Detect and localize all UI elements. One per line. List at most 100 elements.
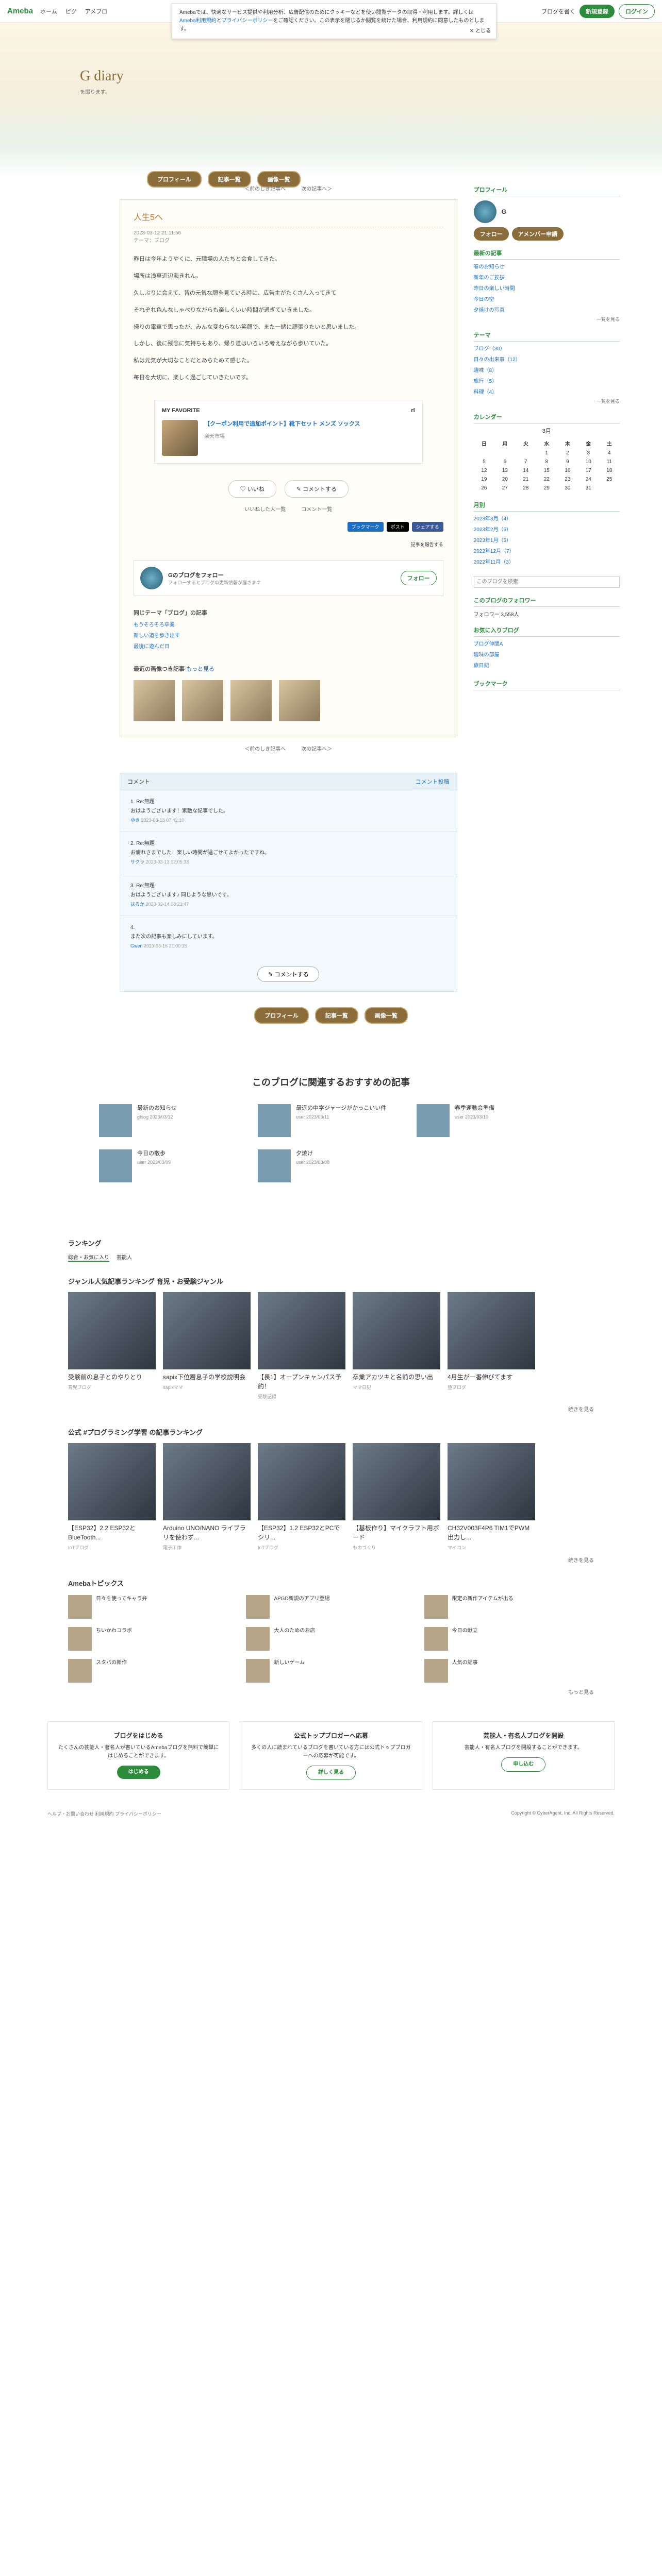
topic-item[interactable]: 新しいゲーム: [246, 1658, 416, 1683]
nav-home[interactable]: ホーム: [40, 7, 57, 15]
report-link[interactable]: 記事を報告する: [411, 541, 443, 548]
tab-favorites[interactable]: 総合・お気に入り: [68, 1253, 109, 1262]
footer-links[interactable]: ヘルプ・お問い合わせ 利用規約 プライバシーポリシー: [47, 1810, 161, 1817]
theme-link[interactable]: 日々の出来事（12）: [474, 354, 620, 365]
amember-button[interactable]: アメンバー申請: [511, 227, 564, 241]
topic-item[interactable]: スタバの新作: [68, 1658, 238, 1683]
theme-link[interactable]: ブログ（30）: [474, 344, 620, 354]
thumbnail[interactable]: [279, 680, 320, 722]
month-link[interactable]: 2022年12月（7）: [474, 546, 620, 557]
month-link[interactable]: 2023年3月（4）: [474, 514, 620, 524]
article-theme[interactable]: テーマ：ブログ: [134, 238, 170, 244]
thumbnail[interactable]: [230, 680, 272, 722]
sidebar-follow-button[interactable]: フォロー: [473, 227, 509, 241]
more-link[interactable]: 一覧を見る: [474, 398, 620, 404]
login-button[interactable]: ログイン: [619, 4, 655, 19]
sidebar-article-link[interactable]: 春のお知らせ: [474, 262, 620, 273]
commenter-name[interactable]: サクラ: [130, 859, 144, 865]
official-more-link[interactable]: 続きを見る: [68, 1556, 594, 1564]
commenter-name[interactable]: はるか: [130, 902, 144, 907]
theme-link[interactable]: 趣味（8）: [474, 365, 620, 376]
month-link[interactable]: 2023年2月（6）: [474, 524, 620, 535]
month-link[interactable]: 2023年1月（5）: [474, 535, 620, 546]
sidebar-article-link[interactable]: 夕焼けの写真: [474, 305, 620, 316]
bookmark-share-button[interactable]: ブックマーク: [347, 522, 384, 532]
popular-more-link[interactable]: もっと見る: [186, 666, 214, 672]
recommended-item[interactable]: 今日の散歩 user 2023/03/09: [99, 1149, 245, 1182]
topic-item[interactable]: 大人のためのお店: [246, 1626, 416, 1651]
genre-tile[interactable]: sapix下位層息子の学校説明会 sapixママ: [163, 1292, 251, 1400]
cookie-close-button[interactable]: ✕ とじる: [470, 27, 491, 36]
recommended-item[interactable]: 春季運動会準備 user 2023/03/10: [417, 1104, 563, 1137]
recommended-item[interactable]: 夕焼け user 2023/03/08: [258, 1149, 404, 1182]
ameba-logo[interactable]: Ameba: [7, 7, 33, 15]
profile-name[interactable]: G: [502, 208, 506, 215]
image-list-button[interactable]: 画像一覧: [364, 1007, 408, 1024]
more-link[interactable]: 一覧を見る: [474, 316, 620, 323]
x-share-button[interactable]: ポスト: [386, 522, 409, 532]
official-tile[interactable]: 【基板作り】マイクラフト用ボード ものづくり: [353, 1443, 440, 1551]
sidebar-article-link[interactable]: 新年のご挨拶: [474, 273, 620, 283]
like-button[interactable]: ♡ いいね: [228, 480, 276, 498]
favorite-blog-link[interactable]: 旅日記: [474, 660, 620, 671]
facebook-share-button[interactable]: シェアする: [411, 522, 443, 532]
topic-item[interactable]: 限定の新作アイテムが出る: [424, 1595, 594, 1619]
blog-title[interactable]: G diary: [80, 68, 124, 84]
thumbnail[interactable]: [134, 680, 175, 722]
commenter-name[interactable]: ゆき: [130, 818, 140, 823]
theme-link[interactable]: 旅行（5）: [474, 376, 620, 387]
commenter-name[interactable]: Gwen: [130, 943, 143, 948]
write-blog-link[interactable]: ブログを書く: [541, 7, 575, 15]
comment-button[interactable]: ✎ コメントする: [284, 480, 349, 498]
tab-celebrities[interactable]: 芸能人: [117, 1253, 132, 1262]
topic-item[interactable]: 人気の記事: [424, 1658, 594, 1683]
theme-link[interactable]: 料理（4）: [474, 387, 620, 398]
cta-start-button[interactable]: はじめる: [117, 1766, 160, 1780]
prev-article-link[interactable]: ＜前のしき記事へ: [244, 184, 286, 192]
official-tile[interactable]: 【ESP32】2.2 ESP32とBlueTooth... IoTブログ: [68, 1443, 156, 1551]
write-comment-button[interactable]: ✎ コメントする: [257, 966, 320, 982]
favorite-blog-link[interactable]: ブログ仲間A: [474, 639, 620, 650]
next-article-link[interactable]: 次の記事へ＞: [301, 744, 332, 752]
official-tile[interactable]: CH32V003F4P6 TIM1でPWM出力し... マイコン: [448, 1443, 535, 1551]
genre-tile[interactable]: 受験前の息子とのやりとり 育児ブログ: [68, 1292, 156, 1400]
avatar[interactable]: [140, 567, 163, 590]
official-tile[interactable]: Arduino UNO/NANO ライブラリを使わず... 電子工作: [163, 1443, 251, 1551]
cta-apply-button[interactable]: 申し込む: [501, 1757, 546, 1772]
topic-item[interactable]: APGD新規のアプリ登場: [246, 1595, 416, 1619]
likers-link[interactable]: いいねした人一覧: [244, 505, 286, 513]
genre-tile[interactable]: 【長1】オープンキャンパス予約！ 受験記録: [258, 1292, 345, 1400]
official-tile[interactable]: 【ESP32】1.2 ESP32とPCでシリ... IoTブログ: [258, 1443, 345, 1551]
blog-search-input[interactable]: [473, 576, 620, 588]
product-image[interactable]: [162, 420, 198, 456]
terms-link[interactable]: Ameba利用規約: [179, 18, 217, 24]
recommended-item[interactable]: 最新のお知らせ gblog 2023/03/12: [99, 1104, 245, 1137]
profile-avatar[interactable]: [473, 200, 496, 223]
sidebar-article-link[interactable]: 今日の空: [474, 294, 620, 305]
nav-ameblo[interactable]: アメブロ: [85, 7, 107, 15]
comment-post-link[interactable]: コメント投稿: [416, 777, 450, 786]
cta-details-button[interactable]: 詳しく見る: [306, 1766, 356, 1781]
recommended-item[interactable]: 最近の中学ジャージがかっこいい件 user 2023/03/11: [258, 1104, 404, 1137]
comments-link[interactable]: コメント一覧: [301, 505, 332, 513]
topic-item[interactable]: ちいかわコラボ: [68, 1626, 238, 1651]
profile-button[interactable]: プロフィール: [254, 1007, 309, 1024]
topics-more-link[interactable]: もっと見る: [68, 1688, 594, 1696]
favorite-card[interactable]: MY FAVORITE rl 【クーポン利用で追加ポイント】靴下セット メンズ ソ…: [154, 400, 423, 464]
prev-article-link[interactable]: ＜前のしき記事へ: [244, 744, 286, 752]
register-button[interactable]: 新規登録: [580, 4, 615, 18]
product-title[interactable]: 【クーポン利用で追加ポイント】靴下セット メンズ ソックス: [204, 420, 360, 429]
topic-item[interactable]: 今日の献立: [424, 1626, 594, 1651]
article-title[interactable]: 人生5へ: [134, 210, 443, 227]
list-item[interactable]: 新しい道を歩き出す: [134, 631, 443, 641]
genre-tile[interactable]: 4月生が一番伸びてます 塾ブログ: [448, 1292, 535, 1400]
genre-more-link[interactable]: 続きを見る: [68, 1405, 594, 1413]
follow-button[interactable]: フォロー: [400, 571, 437, 586]
next-article-link[interactable]: 次の記事へ＞: [301, 184, 332, 192]
thumbnail[interactable]: [182, 680, 223, 722]
genre-tile[interactable]: 卒業アカツキと名前の思い出 ママ日記: [353, 1292, 440, 1400]
topic-item[interactable]: 日々を使ってキャラ弁: [68, 1595, 238, 1619]
sidebar-article-link[interactable]: 昨日の楽しい時間: [474, 283, 620, 294]
list-item[interactable]: 最後に遊んだ日: [134, 641, 443, 652]
favorite-blog-link[interactable]: 趣味の部屋: [474, 650, 620, 660]
